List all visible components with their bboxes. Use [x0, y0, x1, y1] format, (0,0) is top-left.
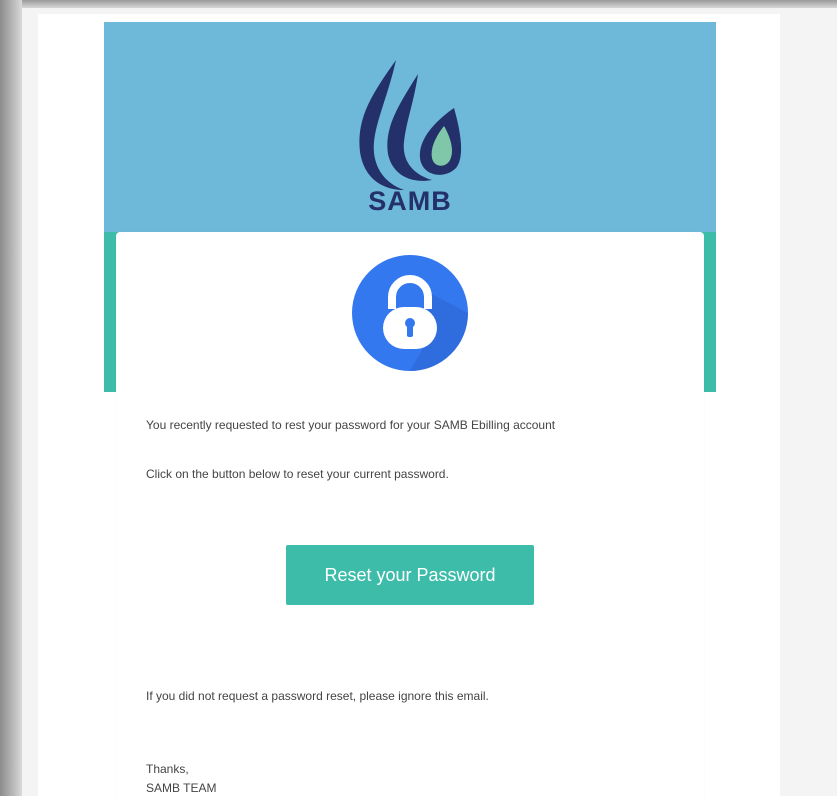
intro-text: You recently requested to rest your pass… [146, 418, 556, 432]
screenshot-shadow-top [0, 0, 837, 8]
screenshot-shadow-left [0, 0, 22, 796]
instruction-text: Click on the button below to reset your … [146, 467, 449, 481]
padlock-icon [352, 255, 468, 371]
brand-name: SAMB [368, 186, 452, 216]
thanks-text: Thanks, [146, 762, 189, 776]
ignore-notice-text: If you did not request a password reset,… [146, 689, 489, 703]
reset-password-button[interactable]: Reset your Password [286, 545, 534, 605]
email-window: SAMB You recently requested to rest your… [0, 0, 837, 796]
signature-text: SAMB TEAM [146, 781, 217, 795]
